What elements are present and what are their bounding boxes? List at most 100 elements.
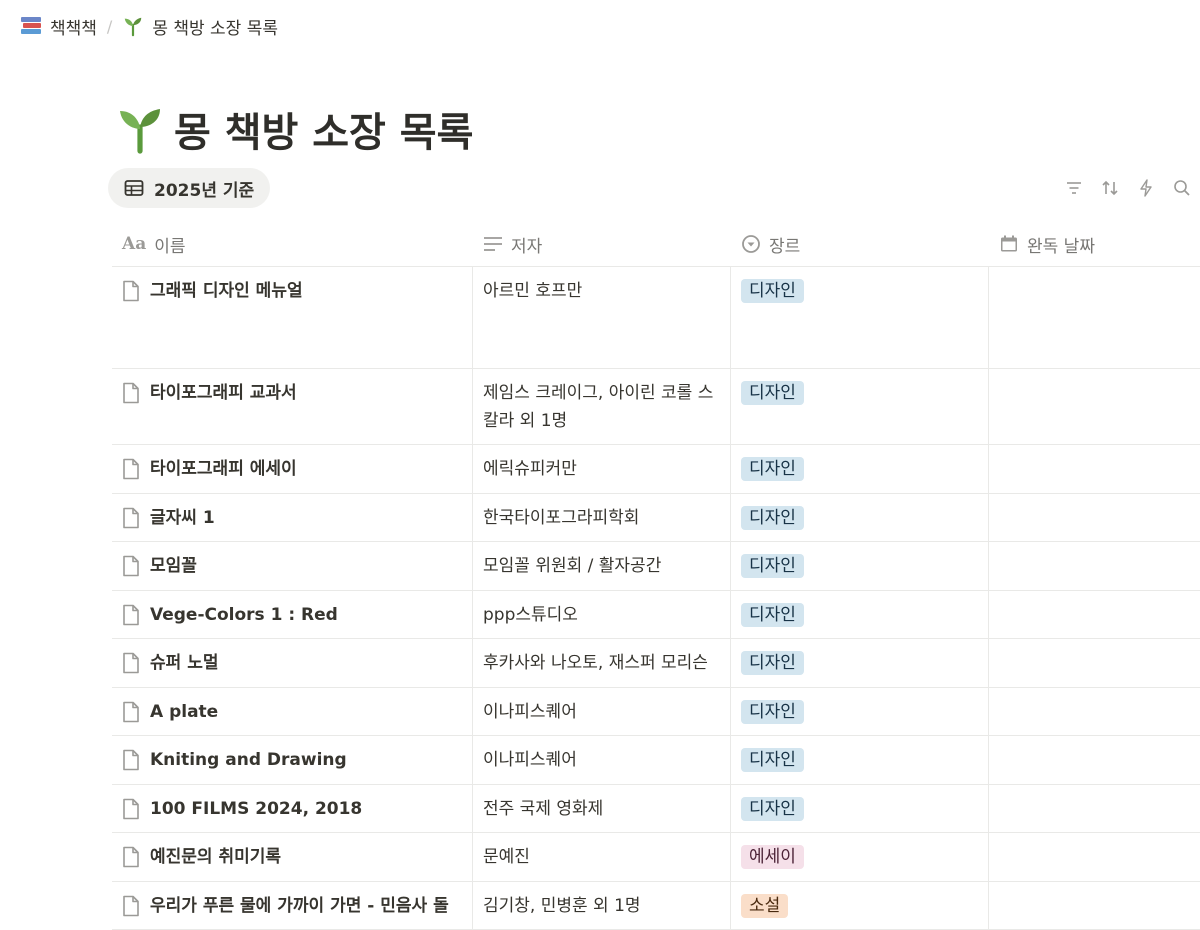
cell-genre[interactable]: 디자인 [730,267,988,368]
cell-name[interactable]: A plate [112,688,472,736]
book-title: 100 FILMS 2024, 2018 [150,795,362,823]
book-author: 이나피스퀘어 [483,750,577,770]
cell-author[interactable]: 후카사와 나오토, 재스퍼 모리슨 [472,639,730,687]
cell-date[interactable] [988,785,1200,833]
cell-genre[interactable]: 디자인 [730,494,988,542]
cell-name[interactable]: Kniting and Drawing [112,736,472,784]
cell-genre[interactable]: 디자인 [730,688,988,736]
cell-author[interactable]: 김기창, 민병훈 외 1명 [472,882,730,930]
genre-tag: 에세이 [741,845,804,869]
genre-tag: 디자인 [741,700,804,724]
breadcrumb-workspace[interactable]: 책책책 [16,12,101,41]
table-row[interactable]: 우리가 푸른 물에 가까이 가면 - 민음사 돌 김기창, 민병훈 외 1명 소설 [112,882,1200,930]
book-title: 모임꼴 [150,552,197,580]
cell-date[interactable] [988,494,1200,542]
cell-name[interactable]: 모임꼴 [112,542,472,590]
column-header-name[interactable]: Aa 이름 [112,222,472,266]
breadcrumb-page[interactable]: 몽 책방 소장 목록 [118,12,282,41]
cell-author[interactable]: 이나피스퀘어 [472,736,730,784]
cell-date[interactable] [988,882,1200,930]
book-author: 한국타이포그라피학회 [483,508,639,528]
view-tab[interactable]: 2025년 기준 [108,168,270,208]
page-icon [122,895,140,926]
table-row[interactable]: 타이포그래피 교과서제임스 크레이그, 아이린 코롤 스칼라 외 1명 디자인 [112,369,1200,445]
cell-genre[interactable]: 디자인 [730,785,988,833]
book-author: 문예진 [483,847,530,867]
page-title-text: 몽 책방 소장 목록 [174,100,473,158]
column-header-date-label: 완독 날짜 [1027,232,1095,257]
cell-date[interactable] [988,688,1200,736]
cell-genre[interactable]: 디자인 [730,639,988,687]
table-row[interactable]: 글자씨 1 한국타이포그라피학회 디자인 [112,494,1200,543]
page-icon [122,507,140,538]
books-icon [20,16,42,36]
book-author: 아르민 호프만 [483,281,582,301]
filter-icon[interactable] [1062,176,1086,200]
cell-author[interactable]: 제임스 크레이그, 아이린 코롤 스칼라 외 1명 [472,369,730,444]
column-header-date[interactable]: 완독 날짜 [988,222,1200,266]
table-row[interactable]: 100 FILMS 2024, 2018 전주 국제 영화제디자인 [112,785,1200,834]
table-row[interactable]: 슈퍼 노멀후카사와 나오토, 재스퍼 모리슨 디자인 [112,639,1200,688]
book-title: Vege-Colors 1 : Red [150,601,338,629]
cell-author[interactable]: 이나피스퀘어 [472,688,730,736]
column-header-genre[interactable]: 장르 [730,222,988,266]
automation-icon[interactable] [1134,176,1158,200]
column-header-author[interactable]: 저자 [472,222,730,266]
cell-genre[interactable]: 디자인 [730,369,988,444]
table-row[interactable]: 예진문의 취미기록 문예진 에세이 [112,833,1200,882]
cell-genre[interactable]: 에세이 [730,833,988,881]
book-title: 우리가 푸른 물에 가까이 가면 - 민음사 돌 [150,892,449,920]
cell-author[interactable]: 아르민 호프만 [472,267,730,368]
cell-name[interactable]: 그래픽 디자인 메뉴얼 [112,267,472,368]
cell-date[interactable] [988,639,1200,687]
cell-name[interactable]: 예진문의 취미기록 [112,833,472,881]
genre-tag: 디자인 [741,748,804,772]
cell-name[interactable]: 100 FILMS 2024, 2018 [112,785,472,833]
cell-author[interactable]: 전주 국제 영화제 [472,785,730,833]
cell-name[interactable]: 타이포그래피 교과서 [112,369,472,444]
sort-icon[interactable] [1098,176,1122,200]
book-author: ppp스튜디오 [483,605,578,625]
table-row[interactable]: 그래픽 디자인 메뉴얼 아르민 호프만 디자인 [112,267,1200,369]
cell-genre[interactable]: 디자인 [730,542,988,590]
cell-date[interactable] [988,736,1200,784]
cell-name[interactable]: 슈퍼 노멀 [112,639,472,687]
cell-genre[interactable]: 디자인 [730,736,988,784]
table-row[interactable]: Vege-Colors 1 : Red ppp스튜디오 디자인 [112,591,1200,640]
cell-date[interactable] [988,833,1200,881]
cell-date[interactable] [988,267,1200,368]
cell-date[interactable] [988,445,1200,493]
book-author: 모임꼴 위원회 / 활자공간 [483,556,661,576]
cell-author[interactable]: 한국타이포그라피학회 [472,494,730,542]
text-lines-icon [483,235,503,253]
table-row[interactable]: 모임꼴 모임꼴 위원회 / 활자공간 디자인 [112,542,1200,591]
cell-genre[interactable]: 소설 [730,882,988,930]
cell-date[interactable] [988,591,1200,639]
cell-name[interactable]: Vege-Colors 1 : Red [112,591,472,639]
page-icon [122,846,140,877]
cell-date[interactable] [988,369,1200,444]
page-icon [122,749,140,780]
cell-author[interactable]: 모임꼴 위원회 / 활자공간 [472,542,730,590]
cell-name[interactable]: 글자씨 1 [112,494,472,542]
genre-tag: 디자인 [741,381,804,405]
cell-name[interactable]: 타이포그래피 에세이 [112,445,472,493]
table-row[interactable]: A plate이나피스퀘어 디자인 [112,688,1200,737]
page-title: 몽 책방 소장 목록 [116,100,473,158]
cell-author[interactable]: ppp스튜디오 [472,591,730,639]
cell-name[interactable]: 우리가 푸른 물에 가까이 가면 - 민음사 돌 [112,882,472,930]
cell-author[interactable]: 에릭슈피커만 [472,445,730,493]
book-title: 예진문의 취미기록 [150,843,281,871]
table-icon [124,179,144,197]
book-author: 김기창, 민병훈 외 1명 [483,896,641,916]
search-icon[interactable] [1170,176,1194,200]
cell-genre[interactable]: 디자인 [730,445,988,493]
table-row[interactable]: 타이포그래피 에세이에릭슈피커만디자인 [112,445,1200,494]
cell-genre[interactable]: 디자인 [730,591,988,639]
cell-author[interactable]: 문예진 [472,833,730,881]
cell-date[interactable] [988,542,1200,590]
genre-tag: 디자인 [741,651,804,675]
calendar-icon [999,234,1019,254]
table-row[interactable]: Kniting and Drawing 이나피스퀘어 디자인 [112,736,1200,785]
page-icon [122,458,140,489]
